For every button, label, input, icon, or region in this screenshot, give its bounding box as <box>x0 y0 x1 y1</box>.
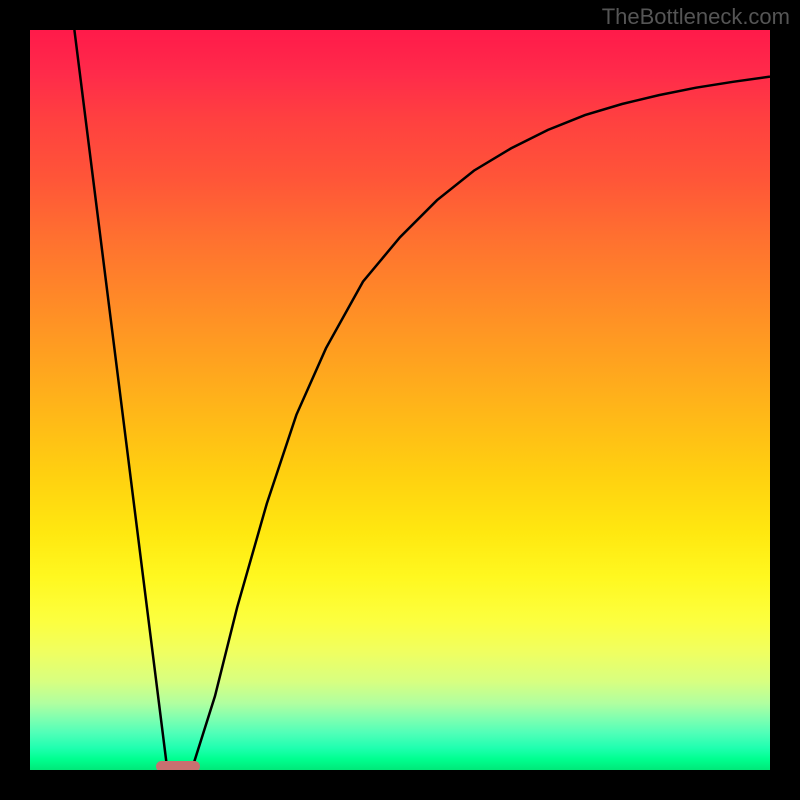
optimal-marker <box>156 761 200 770</box>
curve-layer <box>30 30 770 770</box>
bottleneck-curve <box>74 30 770 766</box>
plot-area <box>30 30 770 770</box>
attribution-text: TheBottleneck.com <box>602 4 790 30</box>
